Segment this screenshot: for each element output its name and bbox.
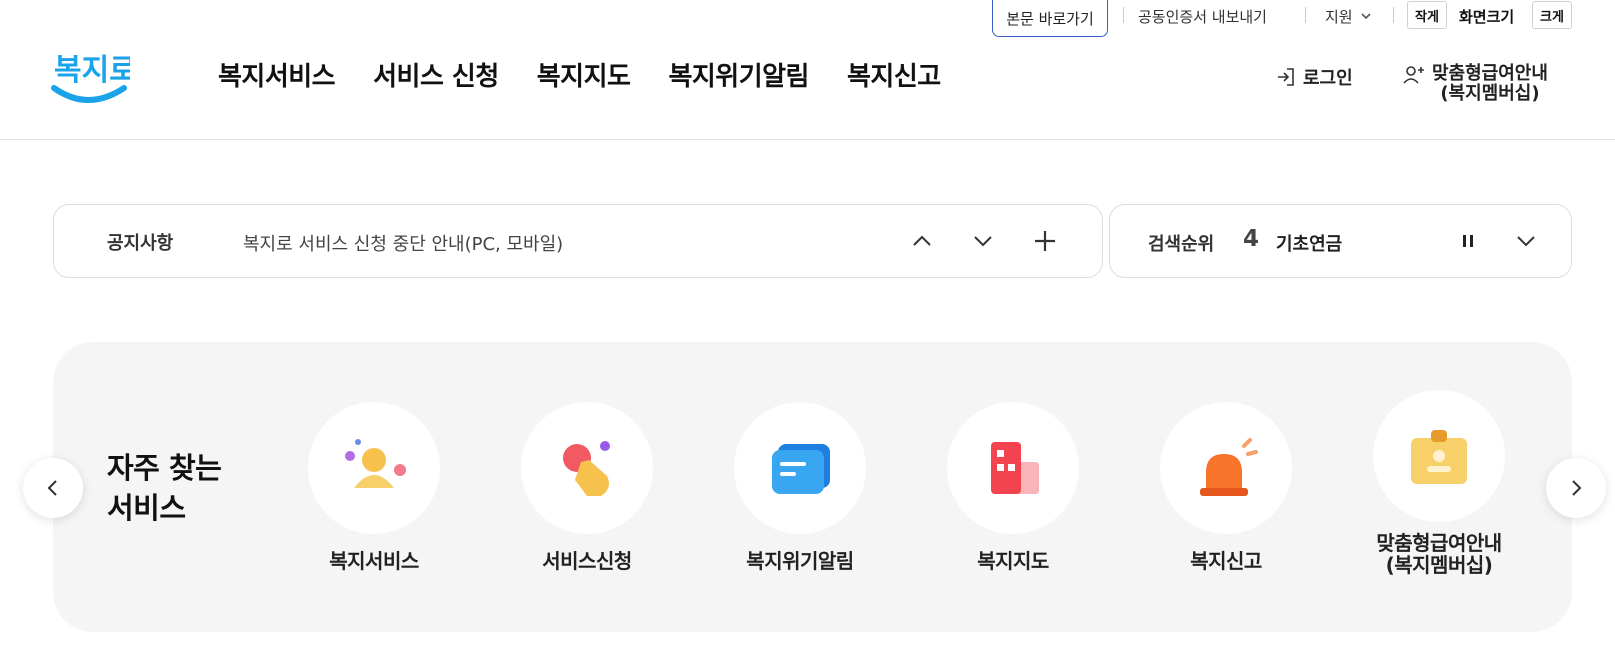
divider: [1123, 7, 1124, 23]
frequent-services-title: 자주 찾는 서비스: [107, 448, 222, 528]
membership-label-line1: 맞춤형급여안내: [1432, 63, 1548, 84]
carousel-prev-button[interactable]: [23, 458, 83, 518]
frequent-item-welfare-map[interactable]: 복지지도: [913, 402, 1113, 572]
membership-label-line2: (복지멤버십): [1440, 83, 1540, 104]
font-large-button[interactable]: 크게: [1532, 1, 1572, 29]
notice-more-button[interactable]: [1027, 223, 1063, 259]
logo-mark: 복지로: [51, 53, 137, 103]
frequent-item-label: 복지신고: [1190, 549, 1262, 573]
person-icon: [308, 402, 440, 534]
frequent-item-welfare-services[interactable]: 복지서비스: [274, 402, 474, 572]
frequent-item-label: 복지서비스: [329, 549, 419, 573]
logo-text: 복지로: [54, 53, 130, 88]
divider: [1393, 7, 1394, 23]
carousel-next-button[interactable]: [1546, 458, 1606, 518]
notice-box: 공지사항 복지로 서비스 신청 중단 안내(PC, 모바일): [53, 204, 1103, 278]
nav-service-application[interactable]: 서비스 신청: [373, 56, 499, 93]
frequent-services-panel: 자주 찾는 서비스 복지서비스 서비스신청 복지위기알림 복지지도 복지신고 맞…: [53, 342, 1572, 632]
nav-welfare-map[interactable]: 복지지도: [537, 56, 631, 93]
user-plus-icon: [1403, 66, 1424, 84]
frequent-item-welfare-report[interactable]: 복지신고: [1126, 402, 1326, 572]
chevron-down-icon: [1361, 13, 1371, 20]
notice-label: 공지사항: [107, 233, 174, 254]
frequent-item-label: 복지위기알림: [746, 549, 854, 573]
chevron-down-icon: [1517, 236, 1535, 247]
hand-click-icon: [521, 402, 653, 534]
main-nav: 복지서비스 서비스 신청 복지지도 복지위기알림 복지신고: [218, 56, 979, 93]
search-rank-box: 검색순위 4 기초연금: [1109, 204, 1572, 278]
chevron-left-icon: [47, 480, 57, 496]
chevron-right-icon: [1572, 480, 1582, 496]
support-label: 지원: [1325, 7, 1353, 26]
login-icon: [1278, 68, 1294, 86]
cert-export-link[interactable]: 공동인증서 내보내기: [1138, 4, 1267, 28]
nav-crisis-alert[interactable]: 복지위기알림: [668, 56, 809, 93]
rank-expand-button[interactable]: [1508, 223, 1544, 259]
frequent-item-label: 맞춤형급여안내 (복지멤버십): [1376, 531, 1502, 577]
font-small-button[interactable]: 작게: [1407, 1, 1447, 29]
font-size-label: 화면크기: [1459, 7, 1515, 26]
logo[interactable]: 복지로: [50, 42, 137, 108]
pause-icon: [1463, 235, 1473, 247]
nav-welfare-services[interactable]: 복지서비스: [218, 56, 336, 93]
frequent-item-label: 서비스신청: [542, 549, 632, 573]
frequent-item-membership[interactable]: 맞춤형급여안내 (복지멤버십): [1339, 390, 1539, 576]
id-card-icon: [1373, 390, 1505, 522]
siren-icon: [1160, 402, 1292, 534]
notice-item-link[interactable]: 복지로 서비스 신청 중단 안내(PC, 모바일): [243, 230, 563, 256]
login-link[interactable]: 로그인: [1275, 64, 1353, 90]
frequent-title-line1: 자주 찾는: [107, 451, 222, 485]
chevron-down-icon: [974, 236, 992, 247]
notice-prev-button[interactable]: [904, 223, 940, 259]
login-label: 로그인: [1303, 68, 1353, 89]
frequent-item-crisis-alert[interactable]: 복지위기알림: [700, 402, 900, 572]
skip-to-content-link[interactable]: 본문 바로가기: [992, 0, 1108, 37]
divider: [1305, 7, 1306, 23]
support-dropdown[interactable]: 지원: [1325, 4, 1373, 28]
frequent-item-service-application[interactable]: 서비스신청: [487, 402, 687, 572]
rank-pause-button[interactable]: [1450, 223, 1486, 259]
plus-icon: [1035, 231, 1055, 251]
search-rank-label: 검색순위: [1148, 234, 1215, 255]
frequent-title-line2: 서비스: [107, 491, 186, 525]
frequent-item-label: 복지지도: [977, 549, 1049, 573]
search-rank-term-link[interactable]: 기초연금: [1276, 230, 1342, 256]
header-divider: [0, 139, 1615, 140]
search-rank-number: 4: [1243, 226, 1260, 252]
chevron-up-icon: [913, 235, 931, 246]
membership-link[interactable]: 맞춤형급여안내 (복지멤버십): [1402, 64, 1548, 104]
nav-welfare-report[interactable]: 복지신고: [847, 56, 941, 93]
notice-next-button[interactable]: [965, 223, 1001, 259]
message-icon: [734, 402, 866, 534]
building-icon: [947, 402, 1079, 534]
